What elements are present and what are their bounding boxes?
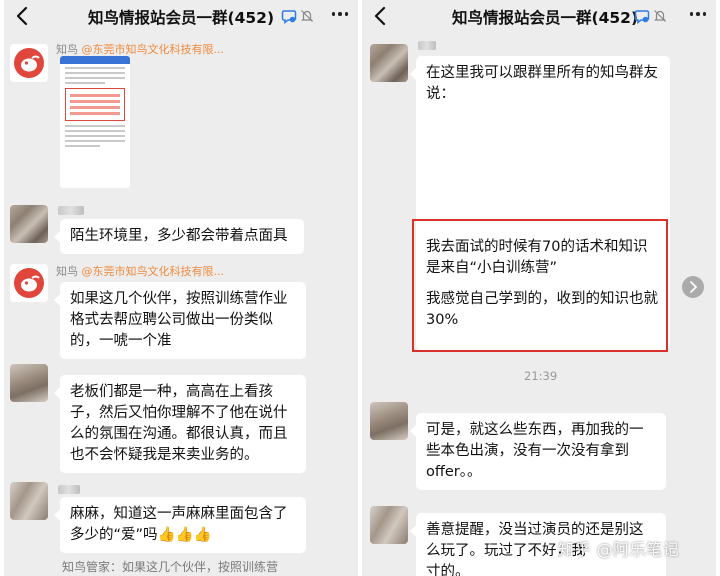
message-bubble: 老板们都是一种，高高在上看孩子，然后又怕你理解不了他在说什么的氛围在沟通。都很认… bbox=[54, 375, 306, 473]
sender-name-redacted bbox=[58, 485, 80, 494]
back-arrow-icon[interactable] bbox=[12, 4, 34, 28]
group-chat-icon bbox=[634, 10, 650, 24]
avatar[interactable] bbox=[370, 44, 408, 82]
chat-title: 知鸟情报站会员一群(452) bbox=[88, 9, 275, 27]
chevron-right-icon bbox=[690, 281, 697, 293]
avatar[interactable] bbox=[10, 205, 48, 243]
back-arrow-icon[interactable] bbox=[370, 4, 392, 28]
zhiniao-logo-icon bbox=[14, 48, 44, 78]
more-options-icon[interactable] bbox=[331, 12, 348, 16]
red-highlight-box bbox=[412, 219, 668, 352]
message-bubble: 可是，就这么些东西，再加我的一些本色出演，没有一次没有拿到offer。。 bbox=[410, 413, 666, 490]
sender-name: 知鸟 bbox=[56, 265, 78, 278]
sender-name-redacted bbox=[58, 206, 84, 215]
chat-panel-left: 知鸟情报站会员一群(452) 知鸟 @东莞市知鸟文化科技有限... 陌生环境里，… bbox=[4, 0, 358, 576]
sender-org: @东莞市知鸟文化科技有限... bbox=[81, 265, 225, 278]
mute-bell-icon bbox=[301, 10, 313, 22]
sender-name-redacted bbox=[418, 41, 436, 50]
message-bubble: 麻麻，知道这一声麻麻里面包含了多少的“爱”吗👍👍👍 bbox=[54, 497, 306, 553]
message-bubble: 如果这几个伙伴，按照训练营作业格式去帮应聘公司做出一份类似的，一唬一个准 bbox=[54, 282, 306, 359]
chat-panel-right: 知鸟情报站会员一群(452) 在这里我可以跟群里所有的知鸟群友说： 我去面试的时… bbox=[362, 0, 716, 576]
avatar[interactable] bbox=[10, 482, 48, 520]
mute-bell-icon bbox=[654, 10, 666, 22]
chat-header: 知鸟情报站会员一群(452) bbox=[4, 0, 358, 34]
message-bubble: 陌生环境里，多少都会带着点面具 bbox=[54, 219, 304, 254]
screenshot-composite: 知鸟情报站会员一群(452) 知鸟 @东莞市知鸟文化科技有限... 陌生环境里，… bbox=[0, 0, 720, 576]
document-thumbnail[interactable] bbox=[60, 56, 130, 188]
message-timestamp: 21:39 bbox=[524, 369, 558, 383]
zhiniao-logo-icon bbox=[14, 268, 44, 298]
avatar[interactable] bbox=[10, 44, 48, 82]
group-chat-icon bbox=[281, 10, 297, 24]
avatar[interactable] bbox=[10, 264, 48, 302]
sender-org: @东莞市知鸟文化科技有限... bbox=[81, 43, 225, 56]
chat-title: 知鸟情报站会员一群(452) bbox=[452, 9, 639, 27]
zhihu-watermark: 知乎 @阿乐笔记 bbox=[558, 540, 680, 559]
chat-header: 知鸟情报站会员一群(452) bbox=[362, 0, 716, 34]
sender-name: 知鸟 bbox=[56, 43, 78, 56]
avatar[interactable] bbox=[370, 506, 408, 544]
next-image-button[interactable] bbox=[682, 276, 704, 298]
message-text: 寸的。 bbox=[426, 564, 470, 576]
avatar[interactable] bbox=[370, 402, 408, 440]
more-options-icon[interactable] bbox=[689, 12, 706, 16]
message-text: 在这里我可以跟群里所有的知鸟群友说： bbox=[426, 65, 658, 102]
quoted-reply[interactable]: 知鸟管家：如果这几个伙伴，按照训练营 bbox=[62, 558, 278, 575]
avatar[interactable] bbox=[10, 364, 48, 402]
